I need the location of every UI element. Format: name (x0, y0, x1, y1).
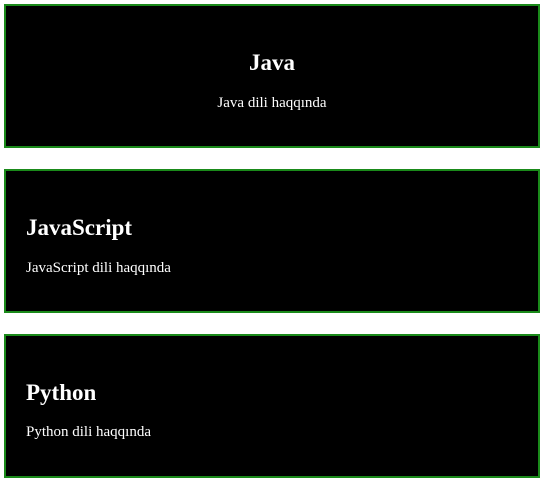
card-javascript: JavaScript JavaScript dili haqqında (4, 169, 540, 313)
card-description: Python dili haqqında (26, 424, 151, 440)
card-title: Python (26, 380, 97, 405)
card-description: Java dili haqqında (217, 95, 327, 111)
card-title: Java (249, 50, 295, 75)
card-python: Python Python dili haqqında (4, 334, 540, 478)
card-description: JavaScript dili haqqında (26, 260, 171, 276)
card-java: Java Java dili haqqında (4, 4, 540, 148)
card-title: JavaScript (26, 215, 133, 240)
